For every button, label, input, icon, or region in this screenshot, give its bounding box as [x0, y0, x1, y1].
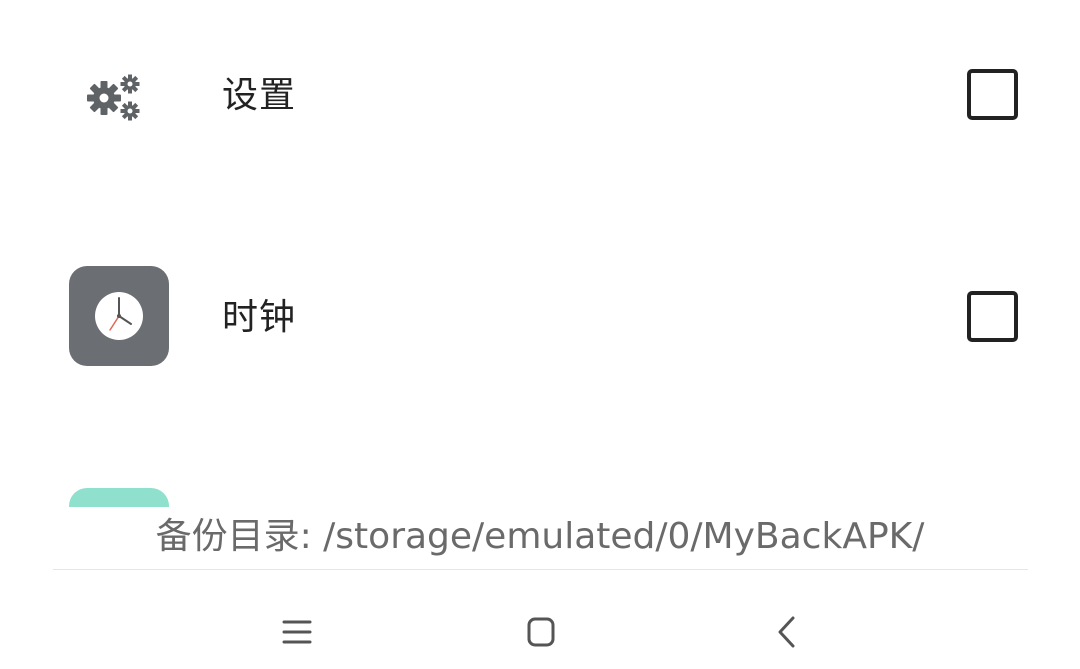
app-row-settings[interactable]: 设置 [0, 36, 1080, 156]
clock-app-icon [69, 266, 169, 366]
clock-face-icon [95, 292, 143, 340]
app-list[interactable]: 设置 时钟 [0, 0, 1080, 510]
menu-icon[interactable] [275, 610, 319, 654]
home-icon[interactable] [519, 610, 563, 654]
settings-gears-icon [87, 74, 140, 121]
backup-path-label: 备份目录: /storage/emulated/0/MyBackAPK/ [0, 512, 1080, 560]
app-name-settings: 设置 [222, 75, 297, 116]
back-icon[interactable] [766, 610, 810, 654]
navigation-bar [0, 570, 1080, 669]
checkbox-clock[interactable] [967, 291, 1018, 342]
checkbox-settings[interactable] [967, 69, 1018, 120]
app-name-clock: 时钟 [222, 297, 297, 338]
app-row-clock[interactable]: 时钟 [0, 258, 1080, 378]
